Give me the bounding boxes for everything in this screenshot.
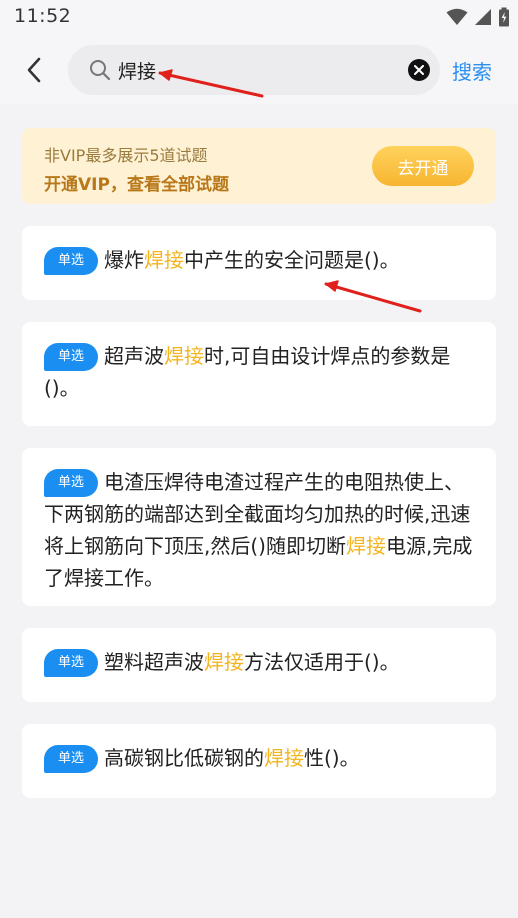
- clear-search-button[interactable]: [408, 59, 430, 81]
- question-card[interactable]: 单选 高碳钢比低碳钢的焊接性()。: [22, 724, 496, 798]
- chevron-left-icon: [27, 57, 41, 83]
- vip-promo-text: 开通VIP，查看全部试题: [44, 175, 229, 195]
- question-text-post: 方法仅适用于()。: [244, 650, 400, 674]
- status-time: 11:52: [14, 5, 72, 27]
- keyword-highlight: 焊接: [345, 534, 386, 558]
- vip-banner: 非VIP最多展示5道试题 开通VIP，查看全部试题 去开通: [22, 128, 496, 204]
- question-type-badge: 单选: [44, 745, 98, 773]
- results-list[interactable]: 非VIP最多展示5道试题 开通VIP，查看全部试题 去开通 单选 爆炸焊接中产生的…: [0, 104, 518, 918]
- question-text-pre: 塑料超声波: [104, 650, 204, 674]
- keyword-highlight: 焊接: [264, 746, 304, 770]
- wifi-icon: [446, 8, 468, 25]
- status-icons: [446, 6, 510, 28]
- keyword-highlight: 焊接: [204, 650, 244, 674]
- question-card[interactable]: 单选 超声波焊接时,可自由设计焊点的参数是()。: [22, 322, 496, 426]
- question-text: 单选 超声波焊接时,可自由设计焊点的参数是()。: [44, 340, 476, 404]
- keyword-highlight: 焊接: [144, 248, 184, 272]
- battery-icon: [499, 7, 509, 27]
- search-button[interactable]: 搜索: [452, 56, 492, 85]
- question-type-badge: 单选: [44, 343, 98, 371]
- question-text-pre: 爆炸: [104, 248, 144, 272]
- question-text: 单选 电渣压焊待电渣过程产生的电阻热使上、下两钢筋的端部达到全截面均匀加热的时候,…: [44, 466, 476, 594]
- keyword-highlight: 焊接: [164, 344, 204, 368]
- search-input[interactable]: [118, 53, 398, 87]
- question-text: 单选 爆炸焊接中产生的安全问题是()。: [44, 244, 476, 276]
- search-box[interactable]: [68, 45, 440, 95]
- back-button[interactable]: [14, 52, 54, 88]
- question-type-badge: 单选: [44, 649, 98, 677]
- search-icon: [90, 60, 111, 81]
- question-card[interactable]: 单选 塑料超声波焊接方法仅适用于()。: [22, 628, 496, 702]
- question-text-post: 性()。: [304, 746, 360, 770]
- signal-icon: [475, 9, 491, 25]
- vip-limit-text: 非VIP最多展示5道试题: [44, 146, 208, 165]
- question-text-post: 中产生的安全问题是()。: [184, 248, 400, 272]
- question-card[interactable]: 单选 电渣压焊待电渣过程产生的电阻热使上、下两钢筋的端部达到全截面均匀加热的时候,…: [22, 448, 496, 606]
- question-text-pre: 高碳钢比低碳钢的: [104, 746, 264, 770]
- search-header: 搜索: [0, 36, 518, 104]
- open-vip-button[interactable]: 去开通: [372, 146, 474, 186]
- question-type-badge: 单选: [44, 247, 98, 275]
- status-bar: 11:52: [0, 0, 518, 36]
- question-text: 单选 塑料超声波焊接方法仅适用于()。: [44, 646, 476, 678]
- question-card[interactable]: 单选 爆炸焊接中产生的安全问题是()。: [22, 226, 496, 300]
- close-icon: [414, 65, 424, 75]
- question-type-badge: 单选: [44, 469, 98, 497]
- question-text-pre: 超声波: [104, 344, 164, 368]
- question-text: 单选 高碳钢比低碳钢的焊接性()。: [44, 742, 476, 774]
